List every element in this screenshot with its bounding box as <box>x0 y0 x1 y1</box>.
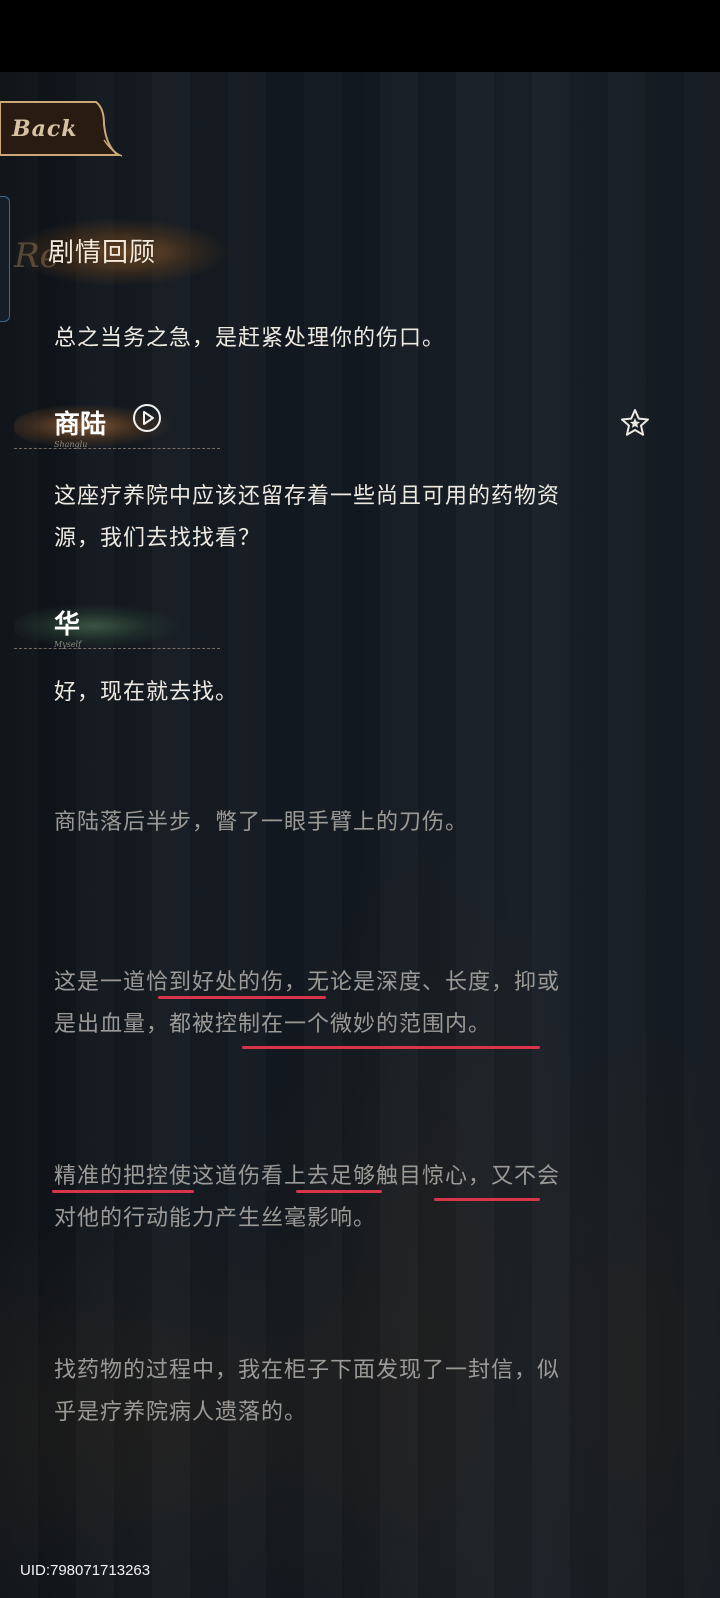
narration-line: 找药物的过程中，我在柜子下面发现了一封信，似 乎是疗养院病人遗落的。 <box>54 1350 664 1434</box>
highlight-underline <box>52 1190 194 1193</box>
speaker-divider <box>14 648 220 649</box>
narration-text: 商陆落后半步，瞥了一眼手臂上的刀伤。 <box>54 810 469 835</box>
speaker-brush-decoration <box>14 602 220 650</box>
narration-line: 这是一道恰到好处的伤，无论是深度、长度，抑或 是出血量，都被控制在一个微妙的范围… <box>54 962 664 1046</box>
speaker-tag: 商陆 Shanglu <box>14 402 220 458</box>
speaker-tag: 华 Myself <box>14 602 220 658</box>
back-button[interactable]: Back <box>0 100 124 160</box>
dialogue-text: 好，现在就去找。 <box>54 680 239 705</box>
speaker-name: 华 <box>54 610 81 640</box>
speaker-brush-decoration <box>14 402 220 450</box>
narration-text: 乎是疗养院病人遗落的。 <box>54 1400 308 1425</box>
narration-text: 对他的行动能力产生丝毫影响。 <box>54 1206 377 1231</box>
back-label: Back <box>12 116 78 142</box>
narration-line: 精准的把控使这道伤看上去足够触目惊心，又不会 对他的行动能力产生丝毫影响。 <box>54 1156 664 1240</box>
highlight-underline <box>158 996 326 999</box>
speaker-name: 商陆 <box>54 410 107 440</box>
dialogue-line: 总之当务之急，是赶紧处理你的伤口。 <box>54 318 664 360</box>
speaker-divider <box>14 448 220 449</box>
user-id-label: UID:798071713263 <box>20 1562 151 1579</box>
dialogue-line: 好，现在就去找。 <box>54 672 664 714</box>
highlight-underline <box>242 1046 540 1049</box>
dialogue-line: 这座疗养院中应该还留存着一些尚且可用的药物资 源，我们去找找看？ <box>54 476 664 560</box>
play-circle-icon[interactable] <box>132 403 162 433</box>
section-title: 剧情回顾 <box>48 238 157 268</box>
status-bar <box>0 0 720 72</box>
recap-title: Re 剧情回顾 <box>10 212 250 286</box>
narration-text: 这是一道恰到好处的伤，无论是深度、长度，抑或 <box>54 970 561 995</box>
highlight-underline <box>296 1190 382 1193</box>
side-tab-handle[interactable] <box>0 196 10 322</box>
narration-text: 是出血量，都被控制在一个微妙的范围内。 <box>54 1012 492 1037</box>
narration-line: 商陆落后半步，瞥了一眼手臂上的刀伤。 <box>54 802 664 844</box>
highlight-underline <box>434 1198 540 1201</box>
dialogue-text: 源，我们去找找看？ <box>54 526 262 551</box>
dialogue-text: 这座疗养院中应该还留存着一些尚且可用的药物资 <box>54 484 561 509</box>
star-icon[interactable] <box>620 408 650 438</box>
narration-text: 找药物的过程中，我在柜子下面发现了一封信，似 <box>54 1358 561 1383</box>
dialogue-text: 总之当务之急，是赶紧处理你的伤口。 <box>54 326 446 351</box>
